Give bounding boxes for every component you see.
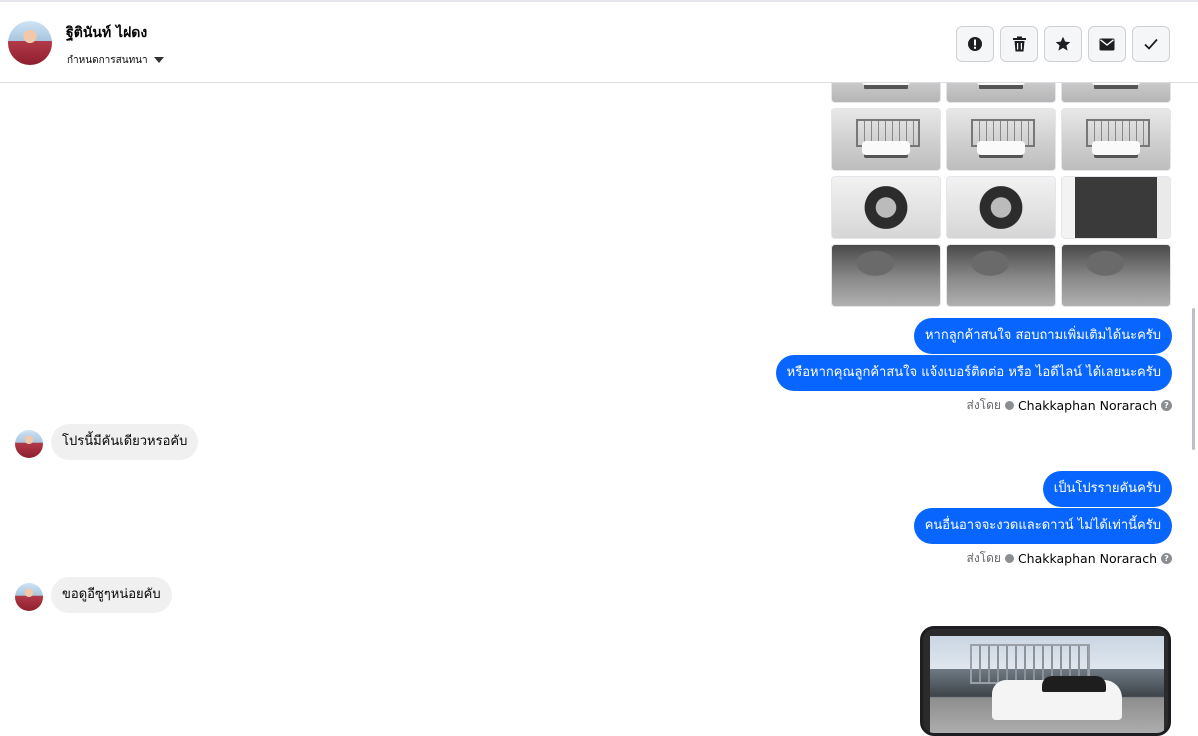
help-icon[interactable]: ? [1161, 400, 1172, 411]
alert-icon [968, 37, 982, 51]
car-photo-thumbnail[interactable] [831, 244, 941, 307]
help-icon[interactable]: ? [1161, 553, 1172, 564]
incoming-message[interactable]: ขอดูอีซูๆหน่อยคับ [51, 577, 172, 613]
delete-button[interactable] [1000, 26, 1038, 62]
contact-name[interactable]: ฐิตินันท์ ไฝดง [66, 22, 147, 44]
car-photo-thumbnail[interactable] [1061, 176, 1171, 239]
sent-by-line: ส่งโดย Chakkaphan Norarach ? [966, 549, 1172, 568]
outgoing-message[interactable]: หากลูกค้าสนใจ สอบถามเพิ่มเติมได้นะครับ [913, 318, 1172, 354]
mark-unread-button[interactable] [1088, 26, 1126, 62]
shared-photo-card[interactable] [920, 626, 1171, 736]
sender-name[interactable]: Chakkaphan Norarach [1018, 551, 1157, 566]
verified-icon [1004, 554, 1014, 563]
car-photo-thumbnail[interactable] [1061, 244, 1171, 307]
outgoing-message[interactable]: คนอื่นอาจจะงวดและดาวน์ ไม่ได้เท่านี้ครับ [913, 508, 1172, 544]
header-actions [956, 26, 1170, 62]
star-icon [1055, 36, 1071, 51]
car-photo-thumbnail[interactable] [946, 83, 1056, 103]
report-button[interactable] [956, 26, 994, 62]
car-photo-thumbnail[interactable] [946, 176, 1056, 239]
car-photo-thumbnail[interactable] [1061, 108, 1171, 171]
scrollbar-thumb[interactable] [1192, 308, 1195, 450]
incoming-message[interactable]: โปรนี้มีคันเดียวหรอคับ [51, 424, 199, 460]
trash-icon [1012, 36, 1026, 52]
car-photo-thumbnail[interactable] [831, 176, 941, 239]
car-photo-thumbnail[interactable] [1061, 83, 1171, 103]
car-photo-thumbnail[interactable] [831, 108, 941, 171]
mark-done-button[interactable] [1132, 26, 1170, 62]
contact-avatar-small[interactable] [15, 583, 43, 611]
sent-by-label: ส่งโดย [966, 398, 1001, 412]
sent-by-label: ส่งโดย [966, 551, 1001, 565]
star-button[interactable] [1044, 26, 1082, 62]
truck-photo [930, 636, 1164, 733]
car-photo-thumbnail[interactable] [831, 83, 941, 103]
outgoing-message[interactable]: เป็นโปรรายคันครับ [1042, 471, 1172, 507]
sent-by-line: ส่งโดย Chakkaphan Norarach ? [966, 396, 1172, 415]
outgoing-message[interactable]: หรือหากคุณลูกค้าสนใจ แจ้งเบอร์ติดต่อ หรื… [775, 355, 1172, 391]
verified-icon [1004, 401, 1014, 410]
contact-avatar[interactable] [8, 21, 52, 65]
car-photo-thumbnail[interactable] [946, 244, 1056, 307]
check-icon [1144, 38, 1158, 50]
contact-avatar-small[interactable] [15, 430, 43, 458]
schedule-label: กำหนดการสนทนา [67, 54, 148, 66]
mail-icon [1099, 38, 1115, 50]
sender-name[interactable]: Chakkaphan Norarach [1018, 398, 1157, 413]
schedule-dropdown[interactable]: กำหนดการสนทนา [67, 53, 164, 67]
conversation-header: ฐิตินันท์ ไฝดง กำหนดการสนทนา [0, 0, 1198, 83]
car-photo-thumbnail[interactable] [946, 108, 1056, 171]
caret-down-icon [153, 57, 164, 63]
photo-grid [831, 83, 1171, 309]
